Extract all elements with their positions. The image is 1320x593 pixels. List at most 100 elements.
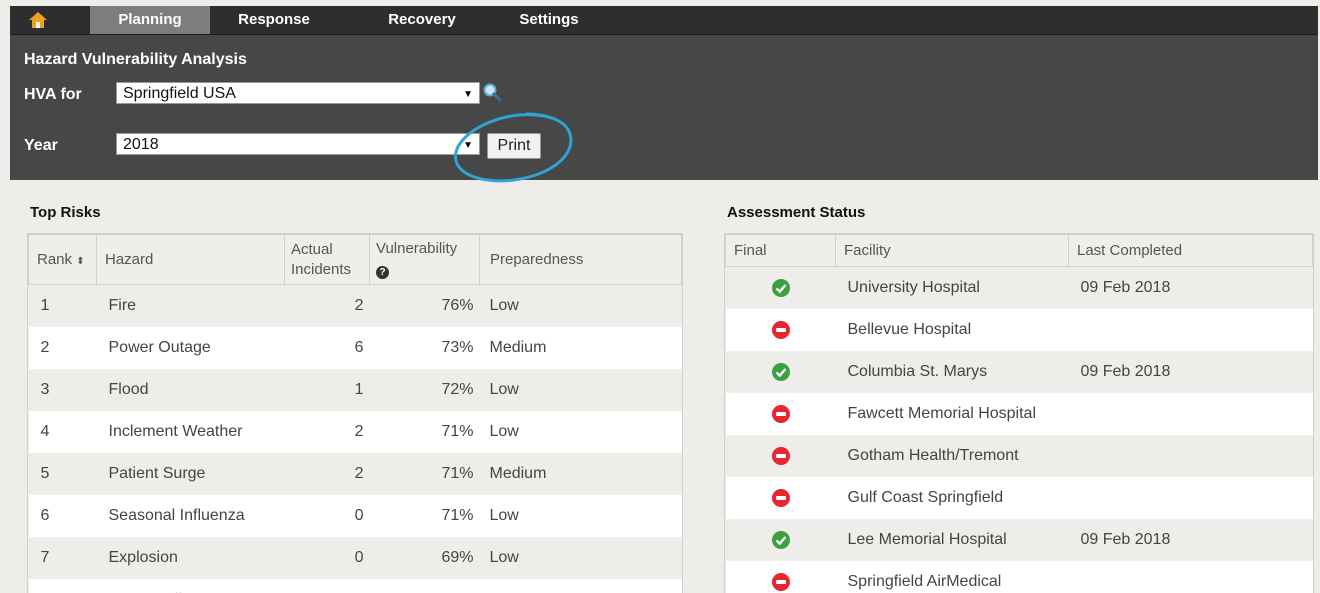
table-row[interactable]: Fawcett Memorial Hospital: [725, 393, 1313, 435]
table-row[interactable]: Gulf Coast Springfield: [725, 477, 1313, 519]
tab-response[interactable]: Response: [224, 6, 324, 34]
final-status-cell: [725, 309, 836, 351]
incidents-cell: 2: [284, 453, 370, 495]
vulnerability-cell: 71%: [369, 453, 480, 495]
last-completed-cell: [1068, 309, 1313, 351]
rank-cell: 5: [28, 453, 97, 495]
assessment-status-table: Final Facility Last Completed University…: [725, 234, 1313, 593]
final-status-cell: [725, 351, 836, 393]
preparedness-cell: Medium: [479, 453, 682, 495]
top-nav: Planning Response Recovery Settings: [10, 6, 1318, 35]
rank-cell: 4: [28, 411, 97, 453]
hva-for-label: HVA for: [24, 86, 82, 103]
rank-cell: 1: [28, 284, 97, 327]
final-status-cell: [725, 519, 836, 561]
incidents-cell: 0: [284, 579, 370, 593]
preparedness-cell: Low: [479, 495, 682, 537]
tab-recovery[interactable]: Recovery: [372, 6, 472, 34]
hazard-cell: Explosion: [96, 537, 285, 579]
table-row[interactable]: 5 Patient Surge 2 71% Medium: [28, 453, 682, 495]
col-facility: Facility: [835, 234, 1069, 267]
rank-cell: 2: [28, 327, 97, 369]
last-completed-cell: [1068, 561, 1313, 593]
top-risks-table: Rank ⬍ Hazard Actual Incidents Vulnerabil…: [28, 234, 682, 593]
vulnerability-cell: 68%: [369, 579, 480, 593]
col-rank[interactable]: Rank ⬍: [28, 234, 97, 285]
facility-cell: Gotham Health/Tremont: [835, 435, 1069, 477]
rank-cell: 8: [28, 579, 97, 593]
assessment-status-title: Assessment Status: [727, 204, 866, 221]
year-value: 2018: [123, 136, 159, 153]
no-entry-icon: [771, 446, 790, 465]
dropdown-arrow-icon: ▼: [463, 89, 473, 100]
facility-cell: University Hospital: [835, 266, 1069, 309]
home-icon[interactable]: [24, 10, 52, 30]
vulnerability-cell: 71%: [369, 411, 480, 453]
col-hazard: Hazard: [96, 234, 285, 285]
hva-for-select[interactable]: Springfield USA ▼: [116, 82, 480, 104]
search-icon[interactable]: [482, 82, 502, 107]
table-row[interactable]: 1 Fire 2 76% Low: [28, 284, 682, 327]
facility-cell: Fawcett Memorial Hospital: [835, 393, 1069, 435]
vulnerability-cell: 73%: [369, 327, 480, 369]
hazard-cell: Power Outage: [96, 327, 285, 369]
hva-header: Hazard Vulnerability Analysis HVA for Sp…: [10, 35, 1318, 183]
dropdown-arrow-icon: ▼: [463, 140, 473, 151]
table-row[interactable]: 6 Seasonal Influenza 0 71% Low: [28, 495, 682, 537]
no-entry-icon: [771, 572, 790, 591]
hazard-cell: Inclement Weather: [96, 411, 285, 453]
col-vulnerability: Vulnerability ?: [369, 234, 480, 285]
check-circle-icon: [771, 362, 790, 381]
table-row[interactable]: 8 HVAC Failure 0 68% Low: [28, 579, 682, 593]
facility-cell: Lee Memorial Hospital: [835, 519, 1069, 561]
no-entry-icon: [771, 320, 790, 339]
vulnerability-cell: 72%: [369, 369, 480, 411]
facility-cell: Bellevue Hospital: [835, 309, 1069, 351]
facility-cell: Gulf Coast Springfield: [835, 477, 1069, 519]
last-completed-cell: 09 Feb 2018: [1068, 519, 1313, 561]
incidents-cell: 0: [284, 537, 370, 579]
table-row[interactable]: 3 Flood 1 72% Low: [28, 369, 682, 411]
preparedness-cell: Low: [479, 579, 682, 593]
col-actual-incidents: Actual Incidents: [284, 234, 370, 285]
facility-cell: Columbia St. Marys: [835, 351, 1069, 393]
table-row[interactable]: 7 Explosion 0 69% Low: [28, 537, 682, 579]
rank-cell: 7: [28, 537, 97, 579]
tab-settings[interactable]: Settings: [504, 6, 594, 34]
incidents-cell: 0: [284, 495, 370, 537]
last-completed-cell: [1068, 393, 1313, 435]
facility-cell: Springfield AirMedical: [835, 561, 1069, 593]
incidents-cell: 2: [284, 411, 370, 453]
hazard-cell: Seasonal Influenza: [96, 495, 285, 537]
rank-cell: 3: [28, 369, 97, 411]
preparedness-cell: Low: [479, 537, 682, 579]
table-row[interactable]: Lee Memorial Hospital 09 Feb 2018: [725, 519, 1313, 561]
year-select[interactable]: 2018 ▼: [116, 133, 480, 155]
preparedness-cell: Low: [479, 284, 682, 327]
check-circle-icon: [771, 278, 790, 297]
final-status-cell: [725, 561, 836, 593]
hazard-cell: HVAC Failure: [96, 579, 285, 593]
final-status-cell: [725, 435, 836, 477]
table-row[interactable]: 4 Inclement Weather 2 71% Low: [28, 411, 682, 453]
table-row[interactable]: Columbia St. Marys 09 Feb 2018: [725, 351, 1313, 393]
assessment-status-table-container: Final Facility Last Completed University…: [724, 233, 1314, 593]
table-row[interactable]: Bellevue Hospital: [725, 309, 1313, 351]
rank-cell: 6: [28, 495, 97, 537]
print-button[interactable]: Print: [487, 133, 541, 159]
top-risks-table-container: Rank ⬍ Hazard Actual Incidents Vulnerabil…: [27, 233, 683, 593]
table-row[interactable]: Gotham Health/Tremont: [725, 435, 1313, 477]
tab-planning[interactable]: Planning: [90, 6, 210, 34]
table-row[interactable]: 2 Power Outage 6 73% Medium: [28, 327, 682, 369]
vulnerability-cell: 71%: [369, 495, 480, 537]
last-completed-cell: [1068, 477, 1313, 519]
sort-icon[interactable]: ⬍: [76, 256, 84, 267]
preparedness-cell: Low: [479, 369, 682, 411]
incidents-cell: 1: [284, 369, 370, 411]
no-entry-icon: [771, 488, 790, 507]
table-row[interactable]: Springfield AirMedical: [725, 561, 1313, 593]
help-icon[interactable]: ?: [376, 265, 389, 279]
hazard-cell: Flood: [96, 369, 285, 411]
last-completed-cell: 09 Feb 2018: [1068, 266, 1313, 309]
table-row[interactable]: University Hospital 09 Feb 2018: [725, 266, 1313, 309]
